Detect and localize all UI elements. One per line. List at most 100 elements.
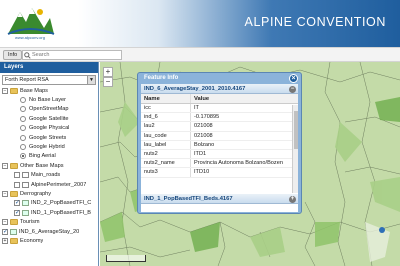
feature-info-title: Feature Info	[144, 75, 179, 81]
group-tourism[interactable]: − Tourism	[0, 217, 98, 226]
group-demography[interactable]: − Derrography	[0, 189, 98, 198]
expand-icon[interactable]: +	[2, 237, 8, 244]
collapse-icon[interactable]: −	[2, 190, 8, 197]
radio-button[interactable]	[20, 115, 26, 122]
layer-openstreetmap[interactable]: OpenStreetMap	[0, 105, 98, 114]
layers-panel: Layers Forth Report RSA ▼ − Base Maps No…	[0, 62, 99, 266]
attr-value: -0.170895	[194, 114, 220, 121]
group-economy[interactable]: + Economy	[0, 236, 98, 245]
layer-google-hybrid[interactable]: Google Hybrid	[0, 142, 98, 151]
attr-name: ind_6	[141, 113, 191, 122]
zoom-out-button[interactable]: −	[103, 77, 113, 87]
layer-label: No Base Layer	[29, 97, 67, 104]
layer-label: Bing Aerial	[29, 153, 56, 160]
group-label: Economy	[20, 237, 44, 244]
layer-label: IND_6_AverageStay_20	[19, 228, 80, 235]
layer-label: OpenStreetMap	[29, 106, 69, 113]
radio-button[interactable]	[20, 125, 26, 132]
column-header-value[interactable]: Value	[191, 94, 298, 103]
layer-type-icon	[10, 228, 17, 235]
checkbox-checked[interactable]: ✓	[14, 209, 20, 216]
table-row[interactable]: nuts2_name Provincia Autonoma Bolzano/Boz…	[141, 159, 298, 169]
attribute-table-header: Name Value	[141, 94, 298, 104]
radio-button[interactable]	[20, 106, 26, 113]
folder-icon	[10, 87, 18, 94]
radio-button[interactable]	[20, 134, 26, 141]
attr-value: 021008	[194, 123, 213, 130]
app-title: ALPINE CONVENTION	[244, 15, 386, 29]
layer-ind2[interactable]: ✓ IND_2_PopBasedTFI_C	[0, 199, 98, 208]
attribute-table: icc IT ind_6 -0.170895 lau2 021008 lau_code…	[141, 104, 298, 192]
radio-button-selected[interactable]	[20, 153, 26, 160]
close-icon[interactable]: ×	[289, 74, 298, 83]
collapse-icon[interactable]: −	[2, 87, 8, 94]
collapse-icon[interactable]: −	[2, 219, 8, 226]
table-row[interactable]: lau_code 021008	[141, 131, 298, 141]
feature-info-window[interactable]: Feature Info × IND_6_AverageStay_2001_20…	[137, 72, 302, 214]
group-label: Other Base Maps	[20, 162, 64, 169]
expand-icon[interactable]: +	[289, 195, 296, 203]
folder-icon	[10, 237, 18, 244]
attr-name: nuts3	[141, 168, 191, 177]
checkbox-checked[interactable]: ✓	[14, 200, 20, 207]
layer-label: Google Hybrid	[29, 144, 65, 151]
table-row[interactable]: icc IT	[141, 104, 298, 114]
radio-button[interactable]	[20, 97, 26, 104]
group-other-base-maps[interactable]: − Other Base Maps	[0, 161, 98, 170]
checkbox[interactable]	[14, 172, 20, 179]
layer-no-base[interactable]: No Base Layer	[0, 95, 98, 104]
layer-alpine-perimeter[interactable]: AlpinePerimeter_2007	[0, 180, 98, 189]
chevron-down-icon[interactable]: ▼	[87, 76, 95, 84]
collapse-icon[interactable]: −	[289, 85, 296, 93]
search-box[interactable]	[22, 50, 122, 60]
checkbox-checked[interactable]: ✓	[2, 228, 8, 235]
layer-label: Google Satellite	[29, 115, 69, 122]
collapse-icon[interactable]: −	[2, 162, 8, 169]
table-row[interactable]: lau_label Bolzano	[141, 140, 298, 150]
header-banner: ALPINE CONVENTION	[78, 0, 400, 47]
group-label: Base Maps	[20, 87, 48, 94]
feature-section-header[interactable]: IND_6_AverageStay_2001_2010.4167 −	[141, 84, 298, 94]
layer-bing-aerial[interactable]: Bing Aerial	[0, 152, 98, 161]
table-row[interactable]: ind_6 -0.170895	[141, 113, 298, 123]
folder-icon	[10, 219, 18, 226]
attr-value: IT	[194, 105, 199, 111]
attr-name: lau_label	[141, 140, 191, 149]
report-select[interactable]: Forth Report RSA ▼	[2, 75, 96, 85]
table-row[interactable]: nuts3 ITD10	[141, 168, 298, 178]
layer-main-roads[interactable]: Main_roads	[0, 171, 98, 180]
feature-section-title: IND_6_AverageStay_2001_2010.4167	[144, 86, 246, 92]
feature-section-title: IND_1_PopBasedTFI_Beds.4167	[144, 196, 233, 202]
scrollbar-thumb[interactable]	[294, 111, 298, 149]
group-base-maps[interactable]: − Base Maps	[0, 86, 98, 95]
zoom-in-button[interactable]: +	[103, 67, 113, 77]
scale-bar	[106, 255, 146, 262]
layer-google-satellite[interactable]: Google Satellite	[0, 114, 98, 123]
table-scrollbar[interactable]	[292, 105, 298, 193]
attr-value: Provincia Autonoma Bolzano/Bozen	[194, 160, 283, 167]
column-header-name[interactable]: Name	[141, 94, 191, 103]
attr-value: ITD1	[194, 150, 207, 157]
feature-info-titlebar[interactable]: Feature Info ×	[141, 73, 298, 84]
attr-name: nuts2_name	[141, 159, 191, 168]
checkbox[interactable]	[14, 181, 20, 188]
attr-name: lau_code	[141, 131, 191, 140]
table-row[interactable]: nuts2 ITD1	[141, 149, 298, 160]
search-input[interactable]	[32, 51, 120, 59]
attr-name: lau2	[141, 122, 191, 131]
attr-name: nuts2	[141, 149, 191, 159]
report-select-value: Forth Report RSA	[5, 77, 49, 83]
layer-google-physical[interactable]: Google Physical	[0, 124, 98, 133]
feature-section-header-2[interactable]: IND_1_PopBasedTFI_Beds.4167 +	[141, 194, 298, 204]
attr-name: icc	[141, 104, 191, 113]
info-button[interactable]: Info	[3, 50, 23, 60]
header: www.alpconv.org ALPINE CONVENTION	[0, 0, 400, 47]
radio-button[interactable]	[20, 144, 26, 151]
layer-google-streets[interactable]: Google Streets	[0, 133, 98, 142]
layer-ind1[interactable]: ✓ IND_1_PopBasedTFI_B	[0, 208, 98, 217]
table-row[interactable]: lau2 021008	[141, 122, 298, 132]
attr-value: Bolzano	[194, 141, 215, 148]
layer-ind6[interactable]: ✓ IND_6_AverageStay_20	[0, 227, 98, 236]
logo-url-text: www.alpconv.org	[15, 35, 45, 40]
toolbar: Info	[0, 47, 400, 62]
